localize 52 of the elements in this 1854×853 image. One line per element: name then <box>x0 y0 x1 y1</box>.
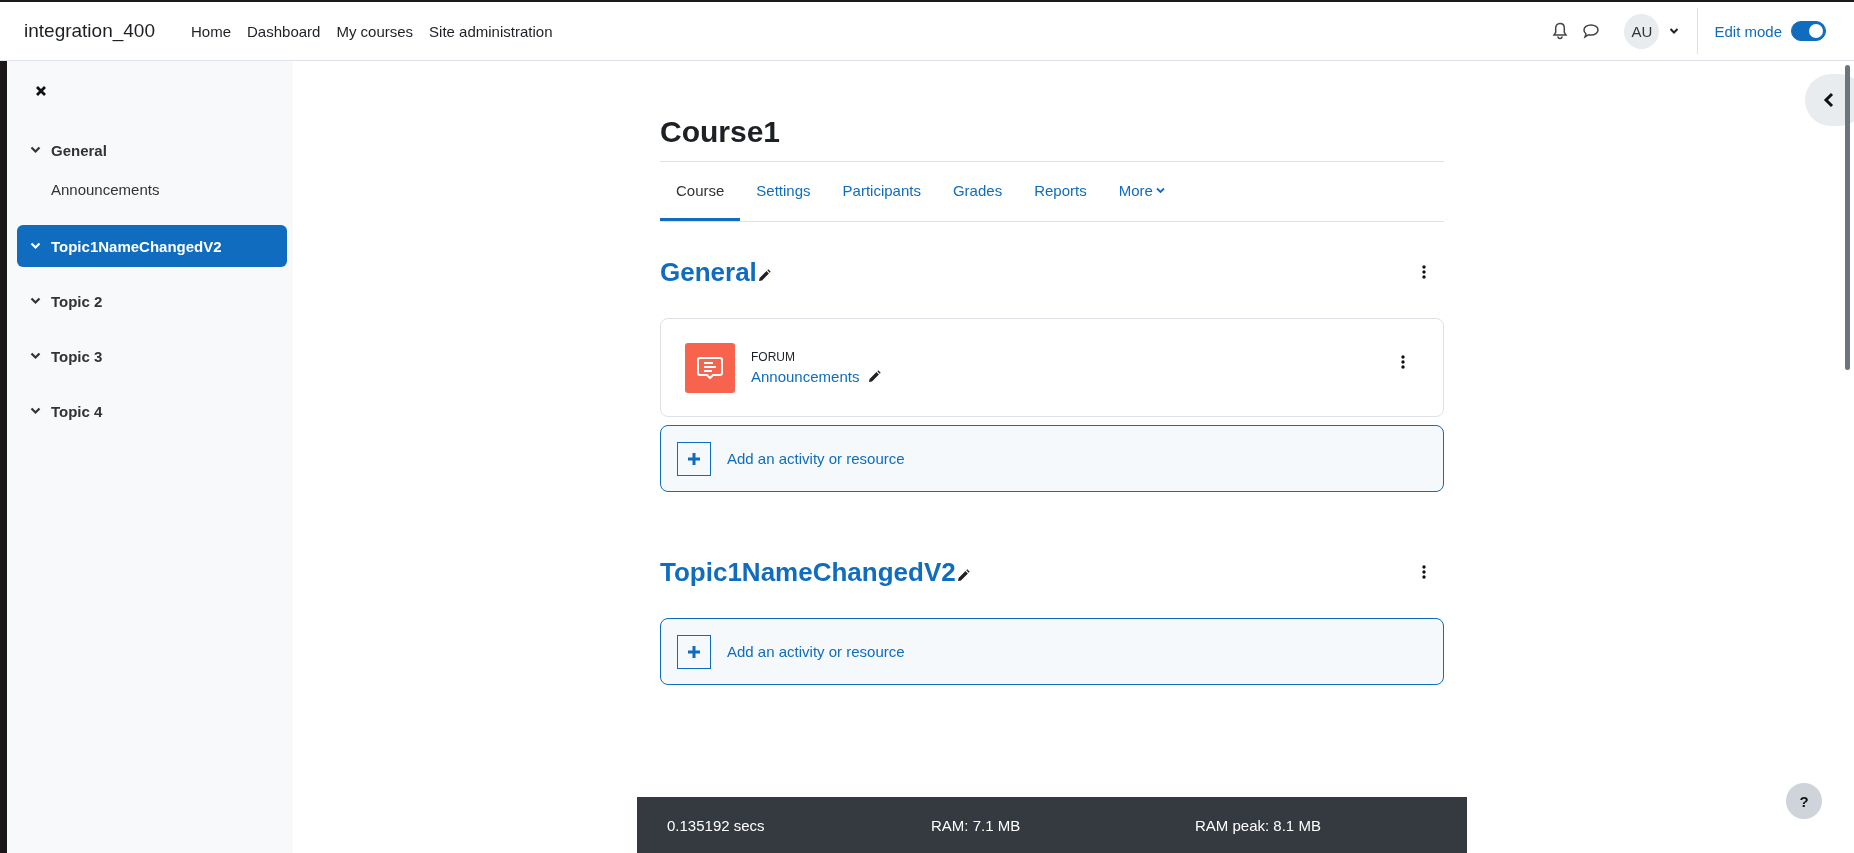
add-activity-button[interactable]: Add an activity or resource <box>660 425 1444 492</box>
caret-icon <box>1155 187 1165 194</box>
user-avatar[interactable]: AU <box>1624 13 1660 49</box>
more-options-icon[interactable] <box>1401 355 1405 369</box>
pencil-icon[interactable] <box>756 269 771 283</box>
bell-icon[interactable] <box>1552 22 1569 40</box>
section-title[interactable]: Topic1NameChangedV2 <box>660 556 956 588</box>
help-button[interactable]: ? <box>1786 783 1822 819</box>
plus-icon <box>677 634 711 669</box>
footer-stat: RAM: 7.1 MB <box>931 816 1022 834</box>
more-options-icon[interactable] <box>1422 265 1426 279</box>
course-index-section[interactable]: Topic 4 <box>17 390 287 432</box>
course-tab[interactable]: Grades <box>936 162 1019 221</box>
course-tab[interactable]: Settings <box>740 162 827 221</box>
close-icon[interactable] <box>35 85 47 97</box>
course-index-section[interactable]: Topic1NameChangedV2 <box>17 225 287 267</box>
course-index-activity[interactable]: Announcements <box>17 174 287 204</box>
nav-link[interactable]: Dashboard <box>247 22 321 40</box>
chevron-icon <box>30 242 41 250</box>
nav-link[interactable]: Home <box>191 22 231 40</box>
caret-icon[interactable] <box>1669 27 1680 35</box>
chevron-icon <box>30 352 41 360</box>
section-title[interactable]: General <box>660 256 757 288</box>
site-name[interactable]: integration_400 <box>24 20 155 42</box>
course-index-section[interactable]: General <box>17 129 287 171</box>
chevron-icon <box>30 407 41 415</box>
course-index-section[interactable]: Topic 3 <box>17 335 287 377</box>
footer-stat: RAM peak: 8.1 MB <box>1195 816 1322 834</box>
chat-icon[interactable] <box>1582 23 1601 39</box>
chevron-left-icon <box>1823 92 1835 108</box>
pencil-icon[interactable] <box>867 369 882 384</box>
course-index-section[interactable]: Topic 2 <box>17 280 287 322</box>
course-tab[interactable]: Reports <box>1018 162 1103 221</box>
pencil-icon[interactable] <box>955 569 970 583</box>
chevron-icon <box>30 146 41 154</box>
course-tab[interactable]: Course <box>660 162 741 221</box>
nav-link[interactable]: My courses <box>336 22 414 40</box>
activity-link[interactable]: Announcements <box>751 368 860 385</box>
footer-stat: 0.135192 secs <box>667 816 766 834</box>
nav-link[interactable]: Site administration <box>429 22 553 40</box>
more-options-icon[interactable] <box>1422 565 1426 579</box>
activity-type-label: FORUM <box>751 350 796 364</box>
plus-icon <box>677 441 711 476</box>
edit-mode-toggle[interactable] <box>1791 21 1826 41</box>
edit-mode-label: Edit mode <box>1714 22 1782 40</box>
chevron-icon <box>30 297 41 305</box>
course-tab[interactable]: More <box>1102 162 1181 221</box>
scrollbar-thumb[interactable] <box>1845 65 1850 370</box>
add-activity-button[interactable]: Add an activity or resource <box>660 618 1444 685</box>
course-tab[interactable]: Participants <box>826 162 937 221</box>
forum-icon <box>685 342 735 393</box>
course-title: Course1 <box>660 61 1444 162</box>
